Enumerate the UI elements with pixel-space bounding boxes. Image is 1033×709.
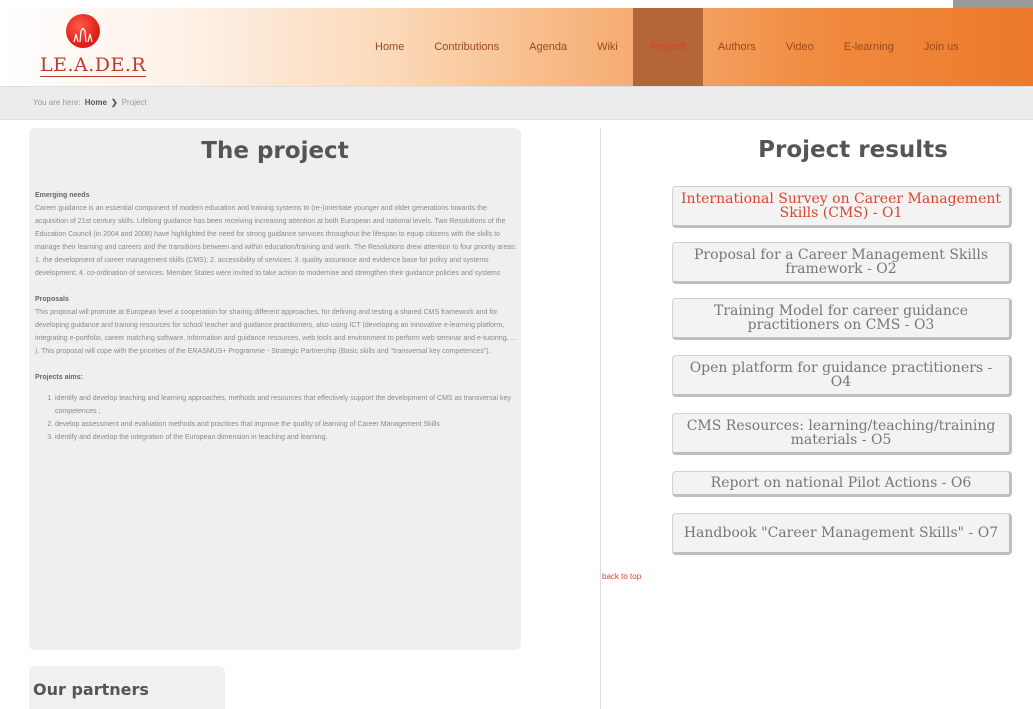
list-item: develop assessment and evaluation method… <box>55 418 517 431</box>
result-button-o3[interactable]: Training Model for career guidance pract… <box>672 298 1012 340</box>
result-button-o6[interactable]: Report on national Pilot Actions - O6 <box>672 471 1012 497</box>
proposals-text: This proposal will promote at European l… <box>35 309 517 355</box>
results-title: Project results <box>758 137 948 163</box>
partners-title: Our partners <box>33 680 149 699</box>
breadcrumb-bar: You are here: Home ❯ Project <box>0 86 1033 120</box>
nav-elearning[interactable]: E-learning <box>829 8 909 86</box>
breadcrumb-prefix: You are here: <box>33 98 81 107</box>
nav-home[interactable]: Home <box>360 8 419 86</box>
result-button-o2[interactable]: Proposal for a Career Management Skills … <box>672 242 1012 284</box>
project-description: Emerging needs Career guidance is an ess… <box>35 190 517 444</box>
column-divider <box>600 128 601 709</box>
result-button-o7[interactable]: Handbook "Career Management Skills" - O7 <box>672 513 1012 555</box>
nav-project[interactable]: Project <box>632 8 703 86</box>
breadcrumb-current: Project <box>121 98 147 107</box>
list-item: identify and develop teaching and learni… <box>55 392 517 418</box>
page-title: The project <box>201 138 349 164</box>
nav-video[interactable]: Video <box>771 8 829 86</box>
header-top-strip <box>0 0 1033 8</box>
aims-list: identify and develop teaching and learni… <box>35 392 517 444</box>
project-panel: The project Emerging needs Career guidan… <box>29 128 521 650</box>
partners-box: Our partners <box>29 666 225 709</box>
chevron-right-icon: ❯ <box>110 98 118 107</box>
site-logo[interactable]: LE.A.DE.R <box>40 12 147 78</box>
logo-mark-icon <box>66 14 100 48</box>
breadcrumb-home-link[interactable]: Home <box>85 98 107 107</box>
main-nav: Home Contributions Agenda Wiki Project A… <box>360 8 974 86</box>
header-corner-strip <box>953 0 1033 8</box>
proposals-heading: Proposals <box>35 296 69 303</box>
emerging-needs-text: Career guidance is an essential componen… <box>35 205 517 277</box>
emerging-needs-heading: Emerging needs <box>35 192 90 199</box>
nav-agenda[interactable]: Agenda <box>514 8 582 86</box>
result-button-o1[interactable]: International Survey on Career Managemen… <box>672 186 1012 228</box>
nav-contributions[interactable]: Contributions <box>419 8 514 86</box>
logo-text: LE.A.DE.R <box>40 54 147 77</box>
nav-authors[interactable]: Authors <box>703 8 771 86</box>
aims-heading: Projects aims: <box>35 374 83 381</box>
breadcrumb: You are here: Home ❯ Project <box>33 98 147 107</box>
back-to-top-link[interactable]: back to top <box>602 572 641 581</box>
nav-join-us[interactable]: Join us <box>909 8 974 86</box>
site-header: LE.A.DE.R Home Contributions Agenda Wiki… <box>0 0 1033 86</box>
result-button-o5[interactable]: CMS Resources: learning/teaching/trainin… <box>672 413 1012 455</box>
result-button-o4[interactable]: Open platform for guidance practitioners… <box>672 355 1012 397</box>
list-item: identify and develop the integration of … <box>55 431 517 444</box>
nav-wiki[interactable]: Wiki <box>582 8 633 86</box>
